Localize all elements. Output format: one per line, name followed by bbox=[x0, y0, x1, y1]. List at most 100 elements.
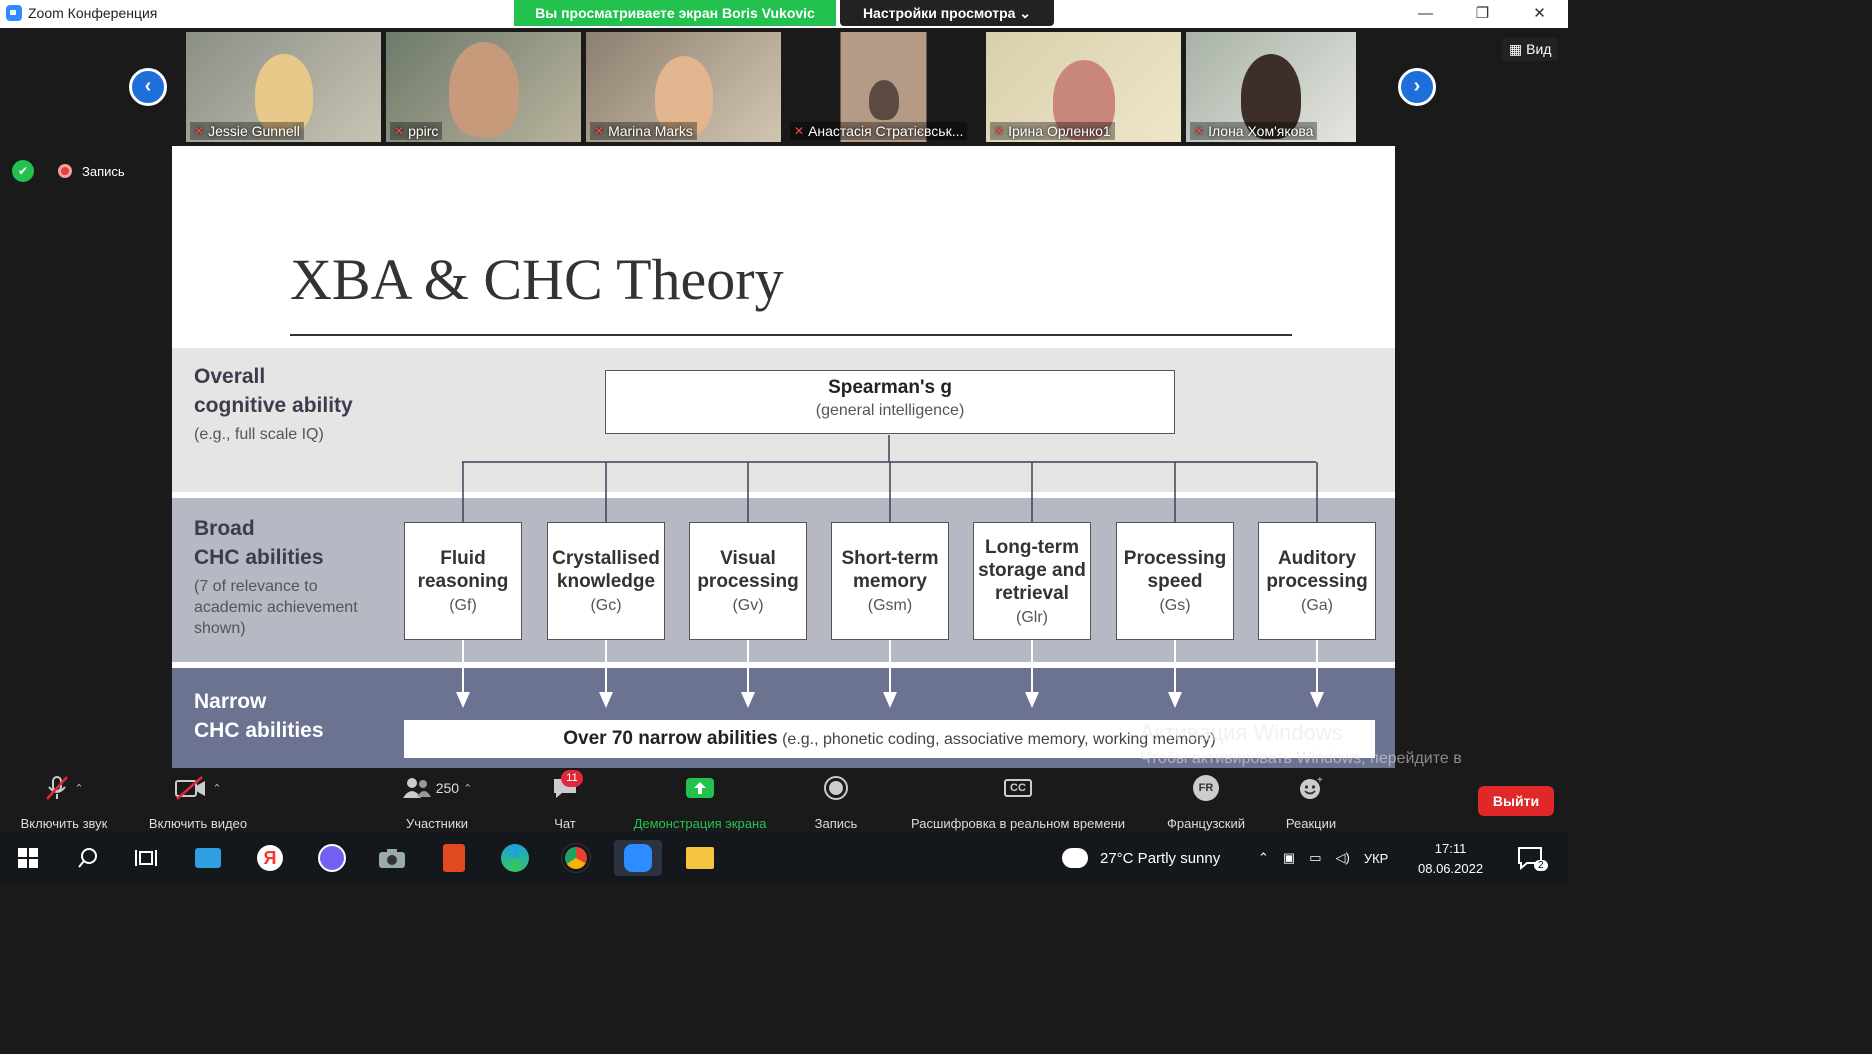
chevron-up-icon[interactable]: ⌃ bbox=[463, 782, 472, 795]
broad-line2: CHC abilities bbox=[194, 546, 324, 569]
interpretation-button[interactable]: FR Французский bbox=[1158, 774, 1254, 831]
viber-icon[interactable] bbox=[314, 840, 350, 876]
participant-name: ✕ Marina Marks bbox=[590, 122, 697, 140]
participant-name: ✕ Ірина Орленко1 bbox=[990, 122, 1115, 140]
ability-box: Short-term memory (Gsm) bbox=[831, 522, 949, 640]
minimize-button[interactable]: — bbox=[1397, 0, 1454, 28]
share-banner: Вы просматриваете экран Boris Vukovic bbox=[514, 0, 836, 26]
chevron-up-icon[interactable]: ⌃ bbox=[74, 782, 83, 795]
arrow-head bbox=[1025, 692, 1039, 708]
edge-icon[interactable] bbox=[497, 840, 533, 876]
view-options-button[interactable]: Настройки просмотра ⌄ bbox=[840, 0, 1054, 26]
record-label: Запись bbox=[814, 816, 858, 831]
chat-button[interactable]: 11 Чат bbox=[545, 770, 585, 831]
unmute-button[interactable]: ⌃ Включить звук bbox=[8, 774, 120, 831]
weather-widget[interactable]: 27°C Partly sunny bbox=[1062, 832, 1220, 884]
partly-sunny-icon bbox=[1062, 848, 1088, 868]
ability-name: Long-term storage and retrieval bbox=[978, 536, 1086, 604]
search-icon[interactable] bbox=[70, 840, 106, 876]
narrow-abilities-box: Over 70 narrow abilities (e.g., phonetic… bbox=[404, 720, 1375, 758]
chevron-up-icon[interactable]: ⌃ bbox=[212, 782, 221, 795]
system-clock[interactable]: 17:11 08.06.2022 bbox=[1418, 839, 1483, 879]
app-title: Zoom Конференция bbox=[6, 5, 157, 21]
ability-box: Long-term storage and retrieval (Glr) bbox=[973, 522, 1091, 640]
app-icon-desktop[interactable] bbox=[190, 840, 226, 876]
chat-label: Чат bbox=[554, 816, 576, 831]
arrow-head bbox=[1168, 692, 1182, 708]
ability-name: Processing speed bbox=[1123, 548, 1227, 592]
leave-button[interactable]: Выйти bbox=[1478, 786, 1554, 816]
record-button[interactable]: Запись bbox=[805, 774, 867, 831]
windows-start-icon[interactable] bbox=[10, 840, 46, 876]
smile-icon: + bbox=[1300, 775, 1323, 799]
gallery-next-button[interactable]: › bbox=[1398, 68, 1436, 106]
participant-name: ✕ Анастасія Стратієвськ... bbox=[790, 122, 968, 140]
chrome-icon[interactable] bbox=[558, 840, 594, 876]
start-video-button[interactable]: ⌃ Включить видео bbox=[138, 774, 258, 831]
volume-icon[interactable]: ◁) bbox=[1336, 850, 1350, 866]
participants-label: Участники bbox=[405, 816, 469, 831]
participant-tile[interactable]: ✕ Ірина Орленко1 bbox=[986, 32, 1181, 142]
participant-name: ✕ Ілона Хом'якова bbox=[1190, 122, 1318, 140]
ability-box: Processing speed (Gs) bbox=[1116, 522, 1234, 640]
arrow-head bbox=[741, 692, 755, 708]
recording-label: Запись bbox=[82, 163, 125, 179]
hierarchy-connectors bbox=[456, 435, 1324, 708]
narrow-label: Narrow CHC abilities bbox=[194, 687, 324, 745]
participant-tile[interactable]: ✕ ppirc bbox=[386, 32, 581, 142]
ability-name: Visual processing bbox=[697, 548, 799, 592]
share-screen-button[interactable]: Демонстрация экрана bbox=[620, 774, 780, 831]
ability-name: Fluid reasoning bbox=[417, 548, 509, 592]
ability-code: (Gc) bbox=[590, 597, 622, 614]
task-view-icon[interactable] bbox=[128, 840, 164, 876]
arrow-head bbox=[599, 692, 613, 708]
ability-box: Auditory processing (Ga) bbox=[1258, 522, 1376, 640]
video-off-icon bbox=[175, 776, 206, 800]
participants-icon bbox=[402, 778, 431, 798]
camera-icon[interactable] bbox=[374, 840, 410, 876]
participants-button[interactable]: 250 ⌃ Участники bbox=[395, 774, 479, 831]
clock-date: 08.06.2022 bbox=[1418, 861, 1484, 876]
network-icon[interactable]: ▣ bbox=[1283, 850, 1295, 866]
yandex-browser-icon[interactable]: Я bbox=[252, 840, 288, 876]
shared-screen-slide: XBA & CHC Theory Overall cognitive abili… bbox=[172, 146, 1395, 768]
mic-muted-icon: ✕ bbox=[794, 124, 805, 138]
view-button[interactable]: ▦ Вид bbox=[1502, 38, 1559, 61]
ability-code: (Gv) bbox=[732, 597, 764, 614]
ability-code: (Glr) bbox=[1016, 608, 1048, 626]
keyboard-language[interactable]: УКР bbox=[1364, 851, 1389, 866]
participant-video bbox=[868, 80, 899, 120]
reactions-button[interactable]: + Реакции bbox=[1278, 774, 1344, 831]
notifications-icon[interactable]: 2 bbox=[1512, 840, 1548, 876]
restore-button[interactable]: ❐ bbox=[1454, 0, 1511, 28]
participant-tile[interactable]: ✕ Marina Marks bbox=[586, 32, 781, 142]
record-icon bbox=[824, 776, 848, 800]
record-dot-icon bbox=[58, 164, 72, 178]
mic-muted-icon bbox=[46, 776, 69, 800]
close-button[interactable]: ✕ bbox=[1511, 0, 1568, 28]
file-explorer-icon[interactable] bbox=[682, 840, 718, 876]
recording-indicator: ✔ Запись bbox=[12, 160, 125, 182]
participant-tile[interactable]: ✕ Jessie Gunnell bbox=[186, 32, 381, 142]
participant-tile[interactable]: ✕ Анастасія Стратієвськ... bbox=[786, 32, 981, 142]
ability-box: Crystallised knowledge (Gc) bbox=[547, 522, 665, 640]
chevron-up-icon[interactable]: ⌃ bbox=[1258, 850, 1269, 866]
live-transcript-button[interactable]: CC Расшифровка в реальном времени bbox=[892, 774, 1144, 831]
notification-count: 2 bbox=[1534, 860, 1548, 871]
participant-video bbox=[448, 42, 519, 137]
mic-muted-icon: ✕ bbox=[594, 124, 605, 138]
office-icon[interactable] bbox=[436, 840, 472, 876]
ability-code: (Gf) bbox=[449, 597, 477, 614]
ability-box: Fluid reasoning (Gf) bbox=[404, 522, 522, 640]
zoom-taskbar-icon[interactable] bbox=[614, 840, 662, 876]
battery-icon[interactable]: ▭ bbox=[1309, 850, 1321, 866]
gallery-prev-button[interactable]: ‹ bbox=[129, 68, 167, 106]
reactions-label: Реакции bbox=[1285, 816, 1337, 831]
participant-tile[interactable]: ✕ Ілона Хом'якова bbox=[1186, 32, 1356, 142]
narrow-box-sub: (e.g., phonetic coding, associative memo… bbox=[777, 731, 1216, 748]
windows-taskbar: Я 27°C Partly sunny ⌃ ▣ ▭ ◁) УКР 17:11 0… bbox=[0, 832, 1568, 884]
broad-sub: (7 of relevance to academic achievement … bbox=[194, 578, 358, 637]
mic-muted-icon: ✕ bbox=[994, 124, 1005, 138]
ability-name: Auditory processing bbox=[1266, 548, 1368, 592]
mic-muted-icon: ✕ bbox=[1194, 124, 1205, 138]
